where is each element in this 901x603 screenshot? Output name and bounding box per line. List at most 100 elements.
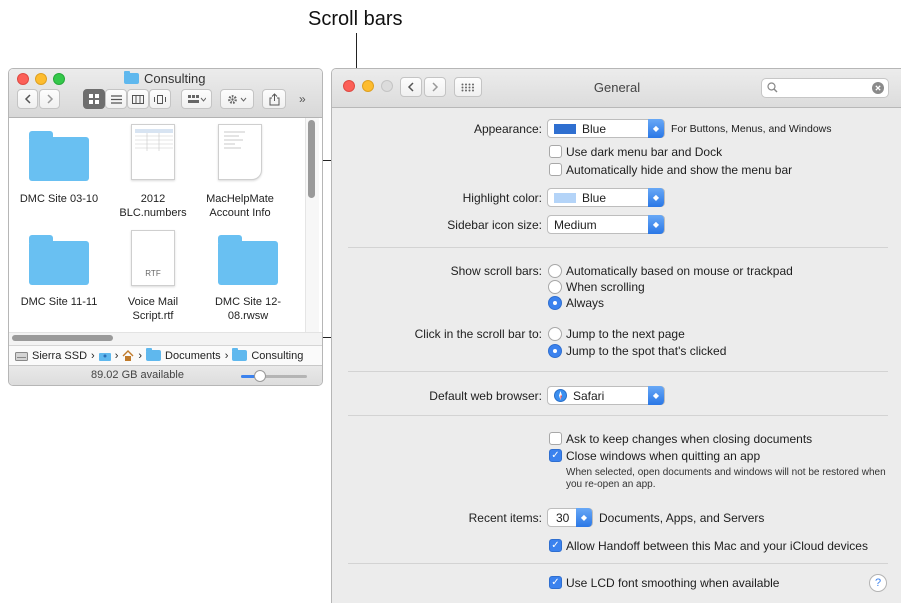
recent-items-popup[interactable]: 30 ◆ xyxy=(547,508,593,527)
jump-to-spot-radio[interactable] xyxy=(548,344,562,358)
user-folder-icon[interactable] xyxy=(98,351,111,361)
appearance-note: For Buttons, Menus, and Windows xyxy=(671,123,832,135)
icon-size-slider-knob[interactable] xyxy=(254,370,266,382)
forward-button[interactable] xyxy=(39,89,60,109)
appearance-popup[interactable]: Blue ◆ xyxy=(547,119,665,138)
recent-items-label: Recent items: xyxy=(468,511,542,525)
ask-keep-changes-label: Ask to keep changes when closing documen… xyxy=(566,432,813,446)
blue-swatch xyxy=(554,123,576,134)
folder-icon[interactable] xyxy=(29,131,89,181)
chevron-updown-icon: ◆ xyxy=(648,215,664,234)
path-item[interactable]: Documents xyxy=(165,350,221,362)
folder-icon[interactable] xyxy=(218,235,278,285)
close-windows-checkbox[interactable]: ✓ xyxy=(549,449,562,462)
list-icon xyxy=(110,94,122,104)
highlight-popup[interactable]: Blue ◆ xyxy=(547,188,665,207)
chevron-updown-icon: ◆ xyxy=(576,508,592,527)
file-label[interactable]: MacHelpMate Account Info xyxy=(195,192,285,220)
dark-menu-label: Use dark menu bar and Dock xyxy=(566,145,723,159)
action-button[interactable] xyxy=(220,89,254,109)
list-view-button[interactable] xyxy=(105,89,127,109)
separator xyxy=(348,415,888,416)
scroll-always-label: Always xyxy=(566,296,605,310)
text-lines-preview xyxy=(224,131,245,149)
show-scroll-label: Show scroll bars: xyxy=(450,264,542,278)
chevron-right-icon xyxy=(46,94,53,104)
help-button[interactable]: ? xyxy=(869,574,887,592)
scroll-auto-radio[interactable] xyxy=(548,264,562,278)
path-separator: › xyxy=(224,349,229,362)
minimize-button[interactable] xyxy=(35,73,47,85)
scroll-when-scrolling-radio[interactable] xyxy=(548,280,562,294)
file-label[interactable]: DMC Site 11-11 xyxy=(14,295,104,309)
finder-content: DMC Site 03-10 2012 BLC.numbers MacHelpM… xyxy=(9,118,322,332)
numbers-document-icon[interactable] xyxy=(131,124,175,180)
path-item[interactable]: Consulting xyxy=(251,350,303,362)
rtf-document-icon[interactable]: RTF xyxy=(131,230,175,286)
icon-view-button[interactable] xyxy=(83,89,105,109)
click-scroll-label: Click in the scroll bar to: xyxy=(414,327,542,341)
columns-icon xyxy=(132,94,144,104)
handoff-label: Allow Handoff between this Mac and your … xyxy=(566,539,868,553)
documents-folder-icon xyxy=(146,348,162,361)
browser-popup[interactable]: Safari ◆ xyxy=(547,386,665,405)
chevron-updown-icon: ◆ xyxy=(648,188,664,207)
handoff-checkbox[interactable]: ✓ xyxy=(549,539,562,552)
recent-items-value: 30 xyxy=(556,510,570,525)
prefs-toolbar: General xyxy=(332,69,901,108)
share-icon xyxy=(269,92,279,105)
home-icon[interactable] xyxy=(122,350,134,361)
sidebar-size-popup[interactable]: Medium ◆ xyxy=(547,215,665,234)
ask-keep-changes-checkbox[interactable] xyxy=(549,432,562,445)
scroll-always-radio[interactable] xyxy=(548,296,562,310)
column-view-button[interactable] xyxy=(127,89,149,109)
status-bar: 89.02 GB available xyxy=(9,365,322,385)
cover-flow-button[interactable] xyxy=(149,89,171,109)
close-windows-label: Close windows when quitting an app xyxy=(566,449,761,463)
text-document-icon[interactable] xyxy=(218,124,262,180)
share-button[interactable] xyxy=(262,89,286,109)
highlight-label: Highlight color: xyxy=(462,191,542,205)
window-title-text: Consulting xyxy=(144,71,206,86)
file-label[interactable]: Voice Mail Script.rtf xyxy=(108,295,198,323)
auto-hide-menu-checkbox[interactable] xyxy=(549,163,562,176)
dark-menu-checkbox[interactable] xyxy=(549,145,562,158)
lcd-smoothing-label: Use LCD font smoothing when available xyxy=(566,576,780,590)
zoom-button[interactable] xyxy=(53,73,65,85)
path-separator: › xyxy=(91,349,95,362)
search-field[interactable] xyxy=(761,78,889,98)
cover-flow-icon xyxy=(154,94,166,104)
file-label[interactable]: DMC Site 12-08.rwsw xyxy=(203,295,293,323)
recent-items-suffix: Documents, Apps, and Servers xyxy=(599,511,765,525)
arrange-icon xyxy=(187,94,206,103)
window-title: Consulting xyxy=(124,71,205,86)
jump-to-spot-label: Jump to the spot that's clicked xyxy=(566,344,727,358)
folder-icon[interactable] xyxy=(29,235,89,285)
lcd-smoothing-checkbox[interactable]: ✓ xyxy=(549,576,562,589)
jump-next-page-radio[interactable] xyxy=(548,327,562,341)
close-button[interactable] xyxy=(17,73,29,85)
separator xyxy=(348,247,888,248)
arrange-button[interactable] xyxy=(181,89,212,109)
chevron-updown-icon: ◆ xyxy=(648,119,664,138)
spreadsheet-preview xyxy=(135,129,173,151)
clear-icon[interactable] xyxy=(872,82,884,94)
vertical-scroll-thumb[interactable] xyxy=(308,120,315,198)
appearance-label: Appearance: xyxy=(473,122,542,136)
safari-icon xyxy=(554,389,567,402)
file-label[interactable]: DMC Site 03-10 xyxy=(14,192,104,206)
finder-toolbar: Consulting » xyxy=(9,69,322,118)
jump-next-page-label: Jump to the next page xyxy=(566,327,685,341)
general-preferences-window: General Appearance: Blue ◆ For Buttons, … xyxy=(331,68,901,603)
horizontal-scroll-thumb[interactable] xyxy=(12,335,113,341)
gear-icon xyxy=(228,94,247,104)
file-label[interactable]: 2012 BLC.numbers xyxy=(108,192,198,220)
path-item[interactable]: Sierra SSD xyxy=(32,350,87,362)
scroll-auto-label: Automatically based on mouse or trackpad xyxy=(566,264,793,278)
path-separator: › xyxy=(138,349,143,362)
consulting-folder-icon xyxy=(232,348,248,361)
more-toolbar-icon[interactable]: » xyxy=(299,92,306,106)
search-icon xyxy=(767,82,778,93)
separator xyxy=(348,563,888,564)
back-button[interactable] xyxy=(17,89,38,109)
